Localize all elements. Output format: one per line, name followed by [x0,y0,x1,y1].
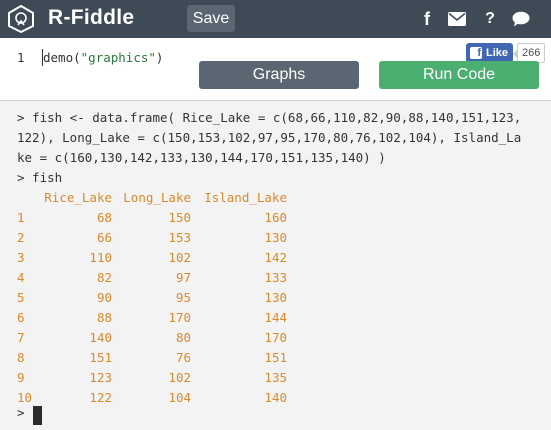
facebook-like-button[interactable]: f Like [466,43,514,63]
row-index: 3 [17,250,25,265]
row-index: 5 [17,290,25,305]
table-cell: 97 [175,270,191,285]
console-cursor[interactable] [33,406,42,425]
table-cell: 102 [168,250,191,265]
save-button[interactable]: Save [187,5,235,32]
table-cell: 104 [168,390,191,405]
table-cell: 135 [264,370,287,385]
console-output[interactable]: > fish <- data.frame( Rice_Lake = c(68,6… [0,100,551,430]
row-index: 9 [17,370,25,385]
table-cell: 133 [264,270,287,285]
table-cell: 66 [96,230,112,245]
table-cell: 150 [168,210,191,225]
facebook-like-widget[interactable]: f Like 266 [466,43,546,63]
row-index: 4 [17,270,25,285]
column-header: Long_Lake [123,190,191,205]
column-header: Island_Lake [204,190,287,205]
text-cursor [42,49,43,66]
table-cell: 76 [175,350,191,365]
facebook-icon[interactable]: f [418,9,436,29]
table-cell: 153 [168,230,191,245]
table-cell: 82 [96,270,112,285]
r-fiddle-logo-icon[interactable] [7,5,35,33]
code-line[interactable]: demo("graphics") [43,50,163,65]
like-count: 266 [512,43,546,63]
table-cell: 130 [264,290,287,305]
column-header: Rice_Lake [44,190,112,205]
run-code-button[interactable]: Run Code [379,61,539,89]
table-cell: 151 [89,350,112,365]
chat-icon[interactable] [512,10,530,28]
row-index: 8 [17,350,25,365]
console-input-line: ke = c(160,130,142,133,130,144,170,151,1… [17,150,386,165]
console-input-line: 122), Long_Lake = c(150,153,102,97,95,17… [17,130,522,145]
table-cell: 130 [264,230,287,245]
table-cell: 170 [264,330,287,345]
table-cell: 110 [89,250,112,265]
table-cell: 160 [264,210,287,225]
table-cell: 151 [264,350,287,365]
table-cell: 123 [89,370,112,385]
row-index: 2 [17,230,25,245]
table-cell: 88 [96,310,112,325]
top-navbar: R-Fiddle Save f ? [0,0,551,38]
table-cell: 80 [175,330,191,345]
mail-icon[interactable] [448,10,466,28]
graphs-button[interactable]: Graphs [199,61,359,89]
row-index: 10 [17,390,33,405]
table-cell: 144 [264,310,287,325]
table-cell: 122 [89,390,112,405]
console-input-line: > fish <- data.frame( Rice_Lake = c(68,6… [17,110,522,125]
facebook-logo-icon: f [470,47,482,59]
help-icon[interactable]: ? [481,10,499,28]
row-index: 6 [17,310,25,325]
row-index: 7 [17,330,25,345]
table-cell: 142 [264,250,287,265]
console-prompt: > [17,405,25,420]
line-number: 1 [17,50,25,65]
brand-title[interactable]: R-Fiddle [48,6,134,30]
table-cell: 68 [96,210,112,225]
table-cell: 170 [168,310,191,325]
table-cell: 90 [96,290,112,305]
table-cell: 140 [264,390,287,405]
like-label: Like [486,47,509,59]
table-cell: 95 [175,290,191,305]
row-index: 1 [17,210,25,225]
table-cell: 102 [168,370,191,385]
table-cell: 140 [89,330,112,345]
console-input-line: > fish [17,170,63,185]
